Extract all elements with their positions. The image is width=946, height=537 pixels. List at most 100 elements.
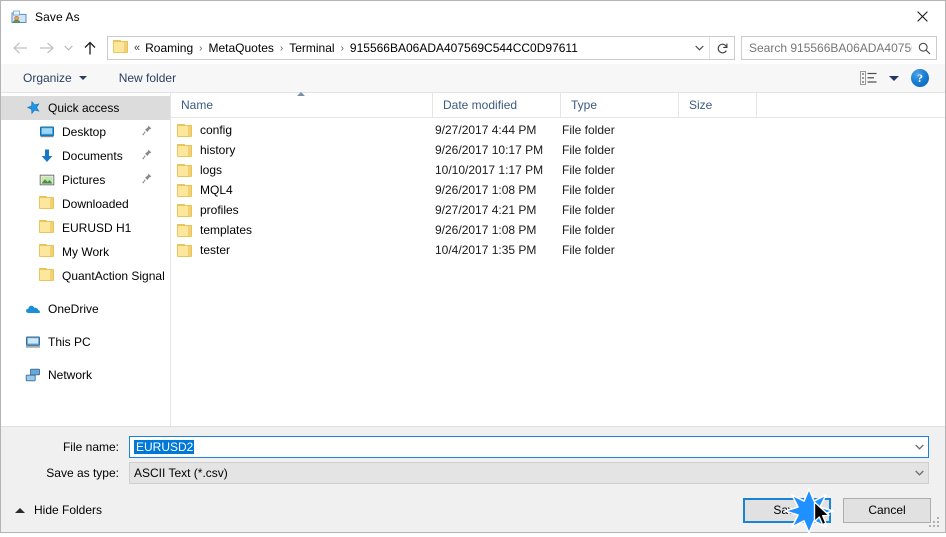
up-one-level-button[interactable]: [77, 35, 103, 61]
table-row[interactable]: tester 10/4/2017 1:35 PM File folder: [171, 240, 945, 260]
column-header-size[interactable]: Size: [679, 93, 757, 117]
file-name-value-wrap: EURUSD2: [130, 440, 910, 454]
help-circle-icon[interactable]: ?: [911, 69, 929, 87]
breadcrumb-separator[interactable]: ›: [337, 43, 348, 54]
sidebar-item-label: Downloaded: [62, 197, 129, 211]
file-name: profiles: [200, 203, 239, 217]
sidebar-item-my-work[interactable]: My Work: [1, 240, 170, 264]
folder-icon: [39, 196, 55, 212]
sidebar-item-documents[interactable]: Documents: [1, 144, 170, 168]
file-name-cell: tester: [171, 243, 433, 257]
file-name-cell: logs: [171, 163, 433, 177]
column-label: Name: [181, 98, 214, 112]
file-name: logs: [200, 163, 223, 177]
chevron-down-icon[interactable]: [910, 437, 928, 457]
table-row[interactable]: history 9/26/2017 10:17 PM File folder: [171, 140, 945, 160]
sidebar-item-desktop[interactable]: Desktop: [1, 120, 170, 144]
folder-icon: [177, 203, 192, 217]
breadcrumb-item-metaquotes[interactable]: MetaQuotes: [207, 40, 276, 56]
pin-icon[interactable]: [142, 125, 152, 139]
cancel-button[interactable]: Cancel: [843, 497, 931, 523]
file-date-cell: 9/26/2017 10:17 PM: [435, 143, 544, 157]
column-header-date-modified[interactable]: Date modified: [433, 93, 561, 117]
file-name-cell: history: [171, 143, 433, 157]
folder-icon: [177, 243, 192, 257]
breadcrumb-item-roaming[interactable]: Roaming: [143, 40, 195, 56]
save-as-type-value: ASCII Text (*.csv): [134, 466, 228, 480]
sidebar-item-label: Network: [48, 368, 93, 382]
table-row[interactable]: MQL4 9/26/2017 1:08 PM File folder: [171, 180, 945, 200]
file-name-label: File name:: [62, 440, 119, 454]
breadcrumb-item-terminal[interactable]: Terminal: [287, 40, 336, 56]
sidebar-item-pictures[interactable]: Pictures: [1, 168, 170, 192]
column-header-name[interactable]: Name: [171, 93, 433, 117]
help-label: ?: [917, 70, 923, 85]
recent-locations-button[interactable]: [59, 35, 77, 61]
file-name-input[interactable]: EURUSD2: [129, 436, 929, 458]
column-header-type[interactable]: Type: [561, 93, 679, 117]
sidebar-item-network[interactable]: Network: [1, 363, 170, 387]
breadcrumb-separator[interactable]: ›: [195, 43, 206, 54]
breadcrumb-separator[interactable]: ›: [276, 43, 287, 54]
breadcrumb-overflow[interactable]: «: [133, 42, 143, 54]
chevron-down-icon[interactable]: [689, 37, 709, 59]
view-list-icon[interactable]: [855, 68, 881, 88]
new-folder-button[interactable]: New folder: [111, 67, 184, 89]
table-row[interactable]: templates 9/26/2017 1:08 PM File folder: [171, 220, 945, 240]
sidebar-item-onedrive[interactable]: OneDrive: [1, 297, 170, 321]
dialog-footer: Hide Folders Save Cancel: [1, 488, 945, 532]
sidebar-item-label: OneDrive: [48, 302, 99, 316]
breadcrumb-item-terminal-id[interactable]: 915566BA06ADA407569C544CC0D97611: [348, 40, 580, 56]
view-options-chevron-down-icon[interactable]: [889, 75, 899, 81]
window-title: Save As: [35, 9, 80, 24]
file-date-cell: 9/26/2017 1:08 PM: [435, 183, 537, 197]
search-icon: [912, 37, 936, 59]
close-button[interactable]: [899, 1, 945, 32]
forward-button[interactable]: [33, 35, 59, 61]
folder-icon: [39, 244, 55, 260]
table-row[interactable]: profiles 9/27/2017 4:21 PM File folder: [171, 200, 945, 220]
search-box[interactable]: Search 915566BA06ADA40756...: [741, 36, 937, 60]
network-icon: [25, 367, 41, 383]
sidebar-item-quick-access[interactable]: Quick access: [1, 96, 170, 120]
sidebar-item-label: Documents: [62, 149, 123, 163]
computer-icon: [25, 334, 41, 350]
chevron-down-icon[interactable]: [910, 463, 928, 483]
resize-grip-icon[interactable]: [928, 516, 941, 529]
search-input[interactable]: Search 915566BA06ADA40756...: [742, 41, 912, 55]
table-row[interactable]: config 9/27/2017 4:44 PM File folder: [171, 120, 945, 140]
refresh-icon[interactable]: [709, 37, 734, 59]
file-type-cell: File folder: [562, 223, 615, 237]
command-toolbar: Organize New folder ?: [1, 64, 945, 93]
folder-icon: [39, 268, 55, 284]
organize-button[interactable]: Organize: [15, 67, 95, 89]
save-form: File name: EURUSD2 Save as type: ASCII T…: [1, 426, 945, 488]
file-list-pane: Name Date modified Type Size config 9/27…: [171, 92, 945, 426]
file-date-cell: 10/4/2017 1:35 PM: [435, 243, 537, 257]
address-bar[interactable]: « Roaming › MetaQuotes › Terminal › 9155…: [107, 36, 735, 60]
column-label: Date modified: [443, 98, 518, 112]
sidebar-item-eurusd-h1[interactable]: EURUSD H1: [1, 216, 170, 240]
monitor-icon: [39, 124, 55, 140]
hide-folders-button[interactable]: Hide Folders: [11, 503, 102, 517]
file-name-cell: config: [171, 123, 433, 137]
navigation-bar: « Roaming › MetaQuotes › Terminal › 9155…: [1, 32, 945, 64]
sidebar-item-quantaction-signal[interactable]: QuantAction Signal: [1, 264, 170, 288]
back-button[interactable]: [7, 35, 33, 61]
sidebar-item-downloaded[interactable]: Downloaded: [1, 192, 170, 216]
table-row[interactable]: logs 10/10/2017 1:17 PM File folder: [171, 160, 945, 180]
save-as-type-select[interactable]: ASCII Text (*.csv): [129, 462, 929, 484]
organize-label: Organize: [23, 71, 72, 85]
save-as-type-label: Save as type:: [46, 466, 119, 480]
file-rows: config 9/27/2017 4:44 PM File folder his…: [171, 118, 945, 426]
folder-icon: [177, 143, 192, 157]
file-name-cell: templates: [171, 223, 433, 237]
sidebar-item-this-pc[interactable]: This PC: [1, 330, 170, 354]
pin-icon[interactable]: [142, 173, 152, 187]
sidebar-item-label: My Work: [62, 245, 110, 259]
cancel-label: Cancel: [868, 503, 906, 517]
pin-icon[interactable]: [142, 149, 152, 163]
save-button[interactable]: Save: [743, 497, 831, 523]
